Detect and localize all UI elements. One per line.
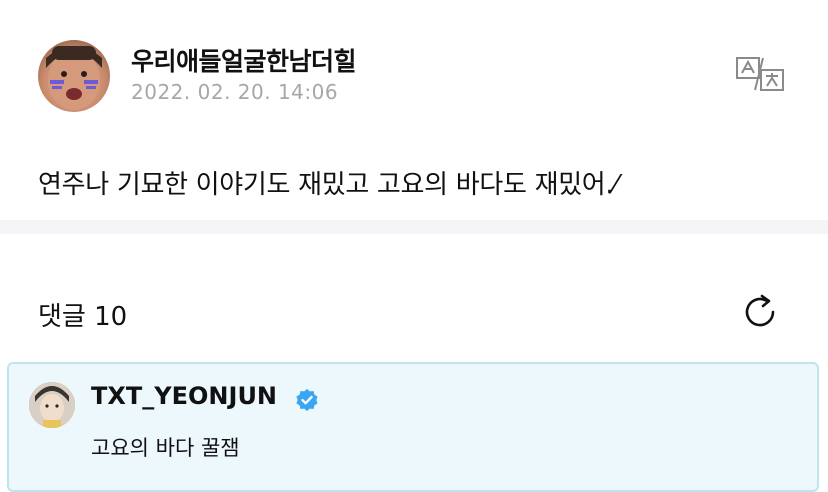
author-name[interactable]: 우리애들얼굴한남더힐 xyxy=(131,42,357,78)
refresh-button[interactable] xyxy=(740,292,780,332)
translate-icon xyxy=(736,57,784,91)
comment-text: 고요의 바다 꿀잼 xyxy=(91,436,240,460)
post-header: 우리애들얼굴한남더힐 2022. 02. 20. 14:06 xyxy=(38,40,798,114)
author-avatar[interactable] xyxy=(38,40,110,112)
post-body: 연주나 기묘한 이야기도 재밌고 고요의 바다도 재밌어.⁄ xyxy=(38,170,618,200)
refresh-icon xyxy=(745,294,775,327)
commenter-avatar[interactable] xyxy=(29,382,75,428)
comment-item[interactable]: TXT_YEONJUN 고요의 바다 꿀잼 xyxy=(7,362,819,492)
post-date: 2022. 02. 20. 14:06 xyxy=(131,80,339,104)
translate-button[interactable] xyxy=(733,54,787,94)
verified-badge-icon xyxy=(296,389,318,411)
comment-author[interactable]: TXT_YEONJUN xyxy=(91,382,277,410)
section-divider xyxy=(0,220,828,234)
comments-count: 댓글 10 xyxy=(38,302,128,332)
